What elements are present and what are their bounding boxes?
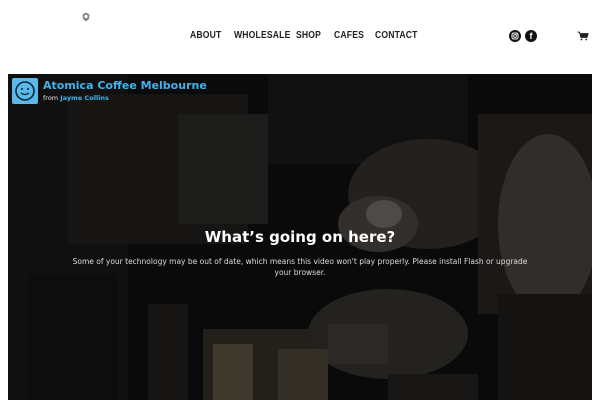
nav-item-wholesale[interactable]: WHOLESALE xyxy=(234,30,290,41)
error-message: Some of your technology may be out of da… xyxy=(72,257,528,277)
smiley-face-icon xyxy=(15,81,35,101)
facebook-glyph: f xyxy=(529,31,533,41)
nav-item-contact[interactable]: CONTACT xyxy=(375,30,418,41)
nav-item-cafes[interactable]: CAFES xyxy=(334,30,364,41)
error-heading: What’s going on here? xyxy=(204,228,396,246)
byline-prefix: from xyxy=(43,94,59,102)
author-link[interactable]: Jayme Collins xyxy=(60,94,109,102)
facebook-icon[interactable]: f xyxy=(525,30,537,42)
video-title-link[interactable]: Atomica Coffee Melbourne xyxy=(43,79,207,92)
logo-icon[interactable] xyxy=(81,12,91,22)
nav-item-shop[interactable]: SHOP xyxy=(296,30,321,41)
nav-item-about[interactable]: ABOUT xyxy=(190,30,221,41)
instagram-icon[interactable] xyxy=(509,30,521,42)
author-avatar[interactable] xyxy=(12,78,38,104)
cart-icon[interactable] xyxy=(577,31,589,41)
video-byline: from Jayme Collins xyxy=(43,94,109,102)
video-player[interactable]: Atomica Coffee Melbourne from Jayme Coll… xyxy=(8,74,592,400)
site-header: ABOUT WHOLESALE SHOP CAFES CONTACT f xyxy=(0,0,600,74)
